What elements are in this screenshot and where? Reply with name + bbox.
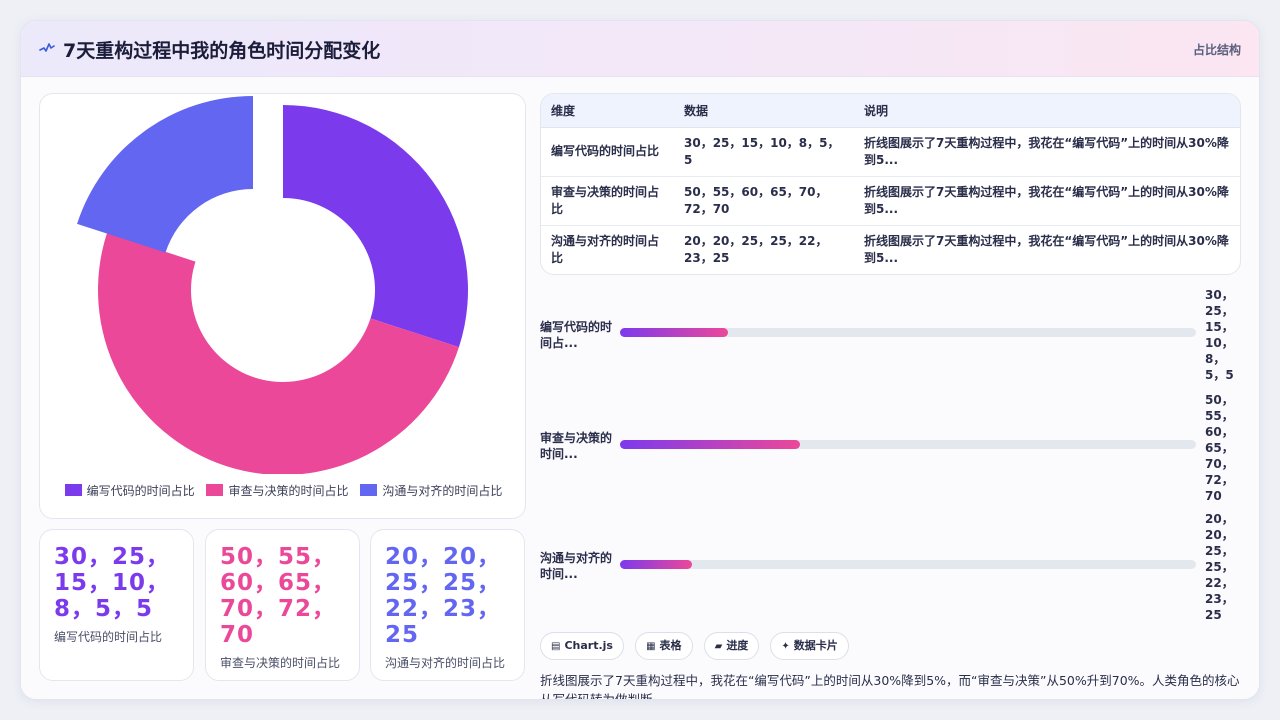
progress-label: 沟通与对齐的时间... (540, 551, 613, 581)
progress-fill (620, 440, 800, 449)
data-table: 维度 数据 说明 编写代码的时间占比 30，25，15，10，8，5，5 折线图… (541, 94, 1240, 274)
table-cell-note: 折线图展示了7天重构过程中，我花在“编写代码”上的时间从30%降到5... (854, 176, 1240, 226)
pulse-icon (39, 43, 55, 52)
header-bar: 7天重构过程中我的角色时间分配变化 占比结构 (21, 21, 1259, 77)
legend-label: 编写代码的时间占比 (86, 484, 195, 498)
legend-item-comms[interactable]: 沟通与对齐的时间占比 (360, 482, 502, 499)
chip-chartjs[interactable]: ▤ Chart.js (540, 632, 624, 660)
stat-label: 沟通与对齐的时间占比 (385, 656, 506, 670)
column-header-data: 数据 (674, 94, 854, 128)
table-row: 审查与决策的时间占比 50，55，60，65，70，72，70 折线图展示了7天… (541, 176, 1240, 226)
table-cell-dimension: 审查与决策的时间占比 (541, 176, 674, 226)
table-cell-data: 20，20，25，25，22，23，25 (684, 233, 828, 265)
stat-label: 编写代码的时间占比 (54, 630, 163, 644)
table-row: 沟通与对齐的时间占比 20，20，25，25，22，23，25 折线图展示了7天… (541, 225, 1240, 274)
legend-label: 审查与决策的时间占比 (228, 484, 349, 498)
progress-fill (620, 328, 728, 337)
stat-card-coding: 30，25，15，10，8，5，5 编写代码的时间占比 (39, 529, 194, 681)
table-row: 编写代码的时间占比 30，25，15，10，8，5，5 折线图展示了7天重构过程… (541, 127, 1240, 177)
table-cell-dimension: 编写代码的时间占比 (541, 127, 674, 177)
stat-value: 20，20，25，25，22，23，25 (385, 544, 502, 648)
chart-icon: ▤ (551, 641, 561, 652)
legend-item-coding[interactable]: 编写代码的时间占比 (64, 482, 195, 499)
progress-track (620, 440, 1196, 449)
table-header-row: 维度 数据 说明 (541, 94, 1240, 128)
page-title: 7天重构过程中我的角色时间分配变化 (63, 40, 381, 62)
stat-card-review: 50，55，60，65，70，72，70 审查与决策的时间占比 (205, 529, 360, 681)
column-header-dimension: 维度 (541, 94, 674, 128)
table-cell-dimension: 沟通与对齐的时间占比 (551, 233, 660, 265)
donut-chart-card: 编写代码的时间占比 审查与决策的时间占比 沟通与对齐的时间占比 (39, 93, 526, 519)
chip-progress[interactable]: ▰ 进度 (703, 632, 760, 660)
progress-value: 20，20，25，25，22，23，25 (1205, 512, 1234, 622)
sparkle-icon: ✦ (781, 641, 790, 652)
table-cell-data: 30，25，15，10，8，5，5 (674, 127, 854, 177)
progress-value: 30，25，15，10，8，5，5 (1205, 288, 1234, 382)
legend-swatch-comms (360, 484, 378, 496)
legend-swatch-coding (64, 484, 82, 496)
chart-description: 折线图展示了7天重构过程中，我花在“编写代码”上的时间从30%降到5%，而“审查… (540, 673, 1240, 700)
table-cell-data: 50，55，60，65，70，72，70 (674, 176, 854, 226)
legend-item-review[interactable]: 审查与决策的时间占比 (206, 482, 349, 499)
progress-label: 编写代码的时间占... (540, 320, 613, 350)
progress-fill (620, 560, 692, 569)
stat-card-comms: 20，20，25，25，22，23，25 沟通与对齐的时间占比 (370, 529, 525, 681)
dashboard-frame: 7天重构过程中我的角色时间分配变化 占比结构 编写代码的时间占比 审查与决策的时… (20, 20, 1260, 700)
chart-type-tag: 占比结构 (1192, 43, 1241, 57)
data-table-card: 维度 数据 说明 编写代码的时间占比 30，25，15，10，8，5，5 折线图… (540, 93, 1241, 275)
progress-track (620, 328, 1196, 337)
progress-icon: ▰ (714, 641, 723, 652)
tech-chips: ▤ Chart.js ▦ 表格 ▰ 进度 ✦ 数据卡片 (540, 632, 855, 660)
chip-data-card[interactable]: ✦ 数据卡片 (770, 632, 849, 660)
table-cell-note: 折线图展示了7天重构过程中，我花在“编写代码”上的时间从30%降到5... (864, 233, 1229, 265)
progress-label: 审查与决策的时间... (540, 431, 613, 461)
donut-chart (77, 96, 468, 474)
chip-label: 表格 (659, 639, 682, 652)
stat-value: 50，55，60，65，70，72，70 (220, 544, 337, 648)
stat-value: 30，25，15，10，8，5，5 (54, 544, 171, 622)
column-header-note: 说明 (854, 94, 1240, 128)
donut-slice-comms[interactable] (77, 96, 254, 253)
table-cell-note: 折线图展示了7天重构过程中，我花在“编写代码”上的时间从30%降到5... (854, 127, 1240, 177)
donut-slice-coding[interactable] (283, 105, 468, 348)
table-icon: ▦ (646, 641, 656, 652)
legend-swatch-review (206, 484, 224, 496)
progress-track (620, 560, 1196, 569)
chip-table[interactable]: ▦ 表格 (635, 632, 693, 660)
chip-label: 数据卡片 (793, 639, 838, 652)
chart-legend: 编写代码的时间占比 审查与决策的时间占比 沟通与对齐的时间占比 (40, 482, 527, 499)
legend-label: 沟通与对齐的时间占比 (382, 484, 503, 498)
chip-label: 进度 (726, 639, 749, 652)
chip-label: Chart.js (564, 639, 613, 652)
progress-value: 50，55，60，65，70，72，70 (1205, 393, 1234, 503)
stat-label: 审查与决策的时间占比 (220, 656, 341, 670)
